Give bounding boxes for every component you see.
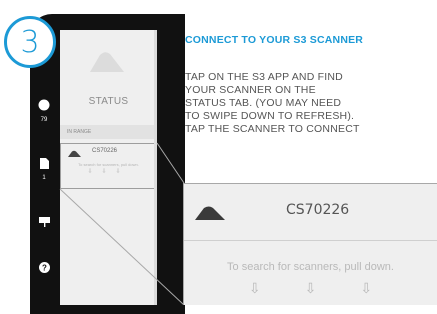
- zoomed-pull-arrows: ⇩⇩⇩: [184, 280, 437, 297]
- down-arrow-icon: ⇩: [248, 280, 305, 296]
- zoomed-scanner-item[interactable]: CS70226: [184, 184, 437, 241]
- instruction-line: STATUS TAB. (YOU MAY NEED: [185, 97, 342, 109]
- step-number: 3: [20, 24, 40, 60]
- instruction-line: TAP THE SCANNER TO CONNECT: [185, 123, 360, 135]
- scanner-icon: [195, 206, 225, 220]
- step-number-badge: 3: [4, 16, 56, 68]
- instruction-line: TAP ON THE S3 APP AND FIND: [185, 71, 343, 83]
- down-arrow-icon: ⇩: [360, 280, 417, 296]
- step-heading: CONNECT TO YOUR S3 SCANNER: [185, 34, 364, 46]
- instructions-text: TAP ON THE S3 APP AND FIND YOUR SCANNER …: [185, 71, 437, 136]
- down-arrow-icon: ⇩: [304, 280, 361, 296]
- instruction-line: TO SWIPE DOWN TO REFRESH).: [185, 110, 355, 122]
- zoomed-pull-hint: To search for scanners, pull down.: [227, 261, 394, 273]
- zoomed-scanner-panel: CS70226 To search for scanners, pull dow…: [183, 183, 437, 305]
- instruction-line: YOUR SCANNER ON THE: [185, 84, 316, 96]
- zoomed-scanner-name: CS70226: [286, 202, 350, 218]
